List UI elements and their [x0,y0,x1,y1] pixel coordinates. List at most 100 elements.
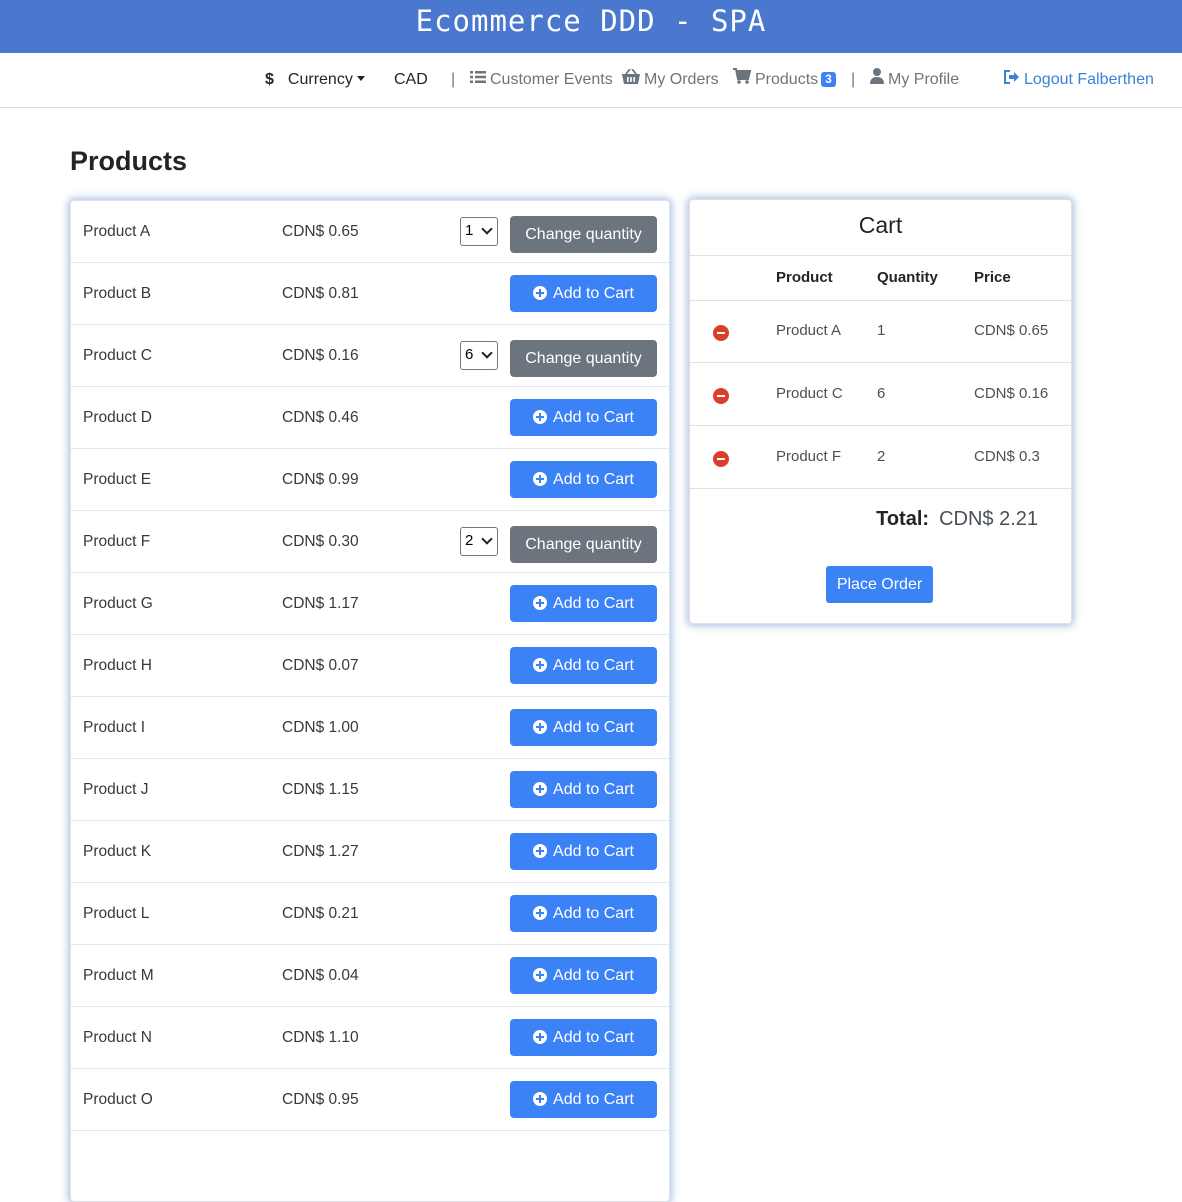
product-price: CDN$ 0.81 [282,285,359,302]
app-title: Ecommerce DDD - SPA [415,4,767,38]
add-to-cart-label: Add to Cart [553,1029,634,1046]
add-to-cart-button[interactable]: Add to Cart [510,957,657,994]
nav-logout[interactable]: Logout Falberthen [1004,53,1154,107]
change-quantity-button[interactable]: Change quantity [510,526,657,563]
nav-products[interactable]: Products 3 [733,53,836,107]
add-to-cart-button[interactable]: Add to Cart [510,709,657,746]
remove-item-icon[interactable] [713,451,729,467]
product-price: CDN$ 0.95 [282,1091,359,1108]
place-order-button[interactable]: Place Order [826,566,933,603]
cart-panel: Cart Product Quantity Price Product A 1 CD… [689,199,1072,624]
product-list: Product A CDN$ 0.65 1 Change quantity Produc… [70,200,670,1202]
product-name: Product D [83,409,152,426]
plus-circle-icon [533,967,548,982]
add-to-cart-button[interactable]: Add to Cart [510,399,657,436]
product-row: Product H CDN$ 0.07 Add to Cart [71,635,669,697]
product-price: CDN$ 1.27 [282,843,359,860]
list-icon [470,53,486,107]
page-title: Products [70,146,188,176]
plus-circle-icon [533,595,548,610]
cart-header-product: Product [776,269,833,286]
change-quantity-button[interactable]: Change quantity [510,340,657,377]
cart-item-product: Product A [776,322,842,339]
add-to-cart-button[interactable]: Add to Cart [510,833,657,870]
product-name: Product A [83,223,151,240]
plus-circle-icon [533,657,548,672]
sign-out-icon [1004,53,1020,107]
quantity-select[interactable]: 1 [460,217,498,246]
add-to-cart-label: Add to Cart [553,781,634,798]
add-to-cart-label: Add to Cart [553,967,634,984]
product-row: Product G CDN$ 1.17 Add to Cart [71,573,669,635]
product-name: Product B [83,285,152,302]
product-price: CDN$ 1.15 [282,781,359,798]
add-to-cart-button[interactable]: Add to Cart [510,585,657,622]
add-to-cart-button[interactable]: Add to Cart [510,771,657,808]
add-to-cart-label: Add to Cart [553,409,634,426]
product-row: Product C CDN$ 0.16 6 Change quantity [71,325,669,387]
product-price: CDN$ 1.00 [282,719,359,736]
product-price: CDN$ 0.99 [282,471,359,488]
cart-item-product: Product F [776,448,842,465]
product-row: Product O CDN$ 0.95 Add to Cart [71,1069,669,1131]
chevron-down-icon [481,533,493,545]
remove-item-icon[interactable] [713,325,729,341]
add-to-cart-label: Add to Cart [553,595,634,612]
add-to-cart-label: Add to Cart [553,1091,634,1108]
basket-icon [622,53,640,107]
my-orders-label: My Orders [644,71,719,89]
plus-circle-icon [533,781,548,796]
add-to-cart-button[interactable]: Add to Cart [510,1081,657,1118]
cart-header-quantity: Quantity [877,269,938,286]
product-row: Product L CDN$ 0.21 Add to Cart [71,883,669,945]
product-row: Product J CDN$ 1.15 Add to Cart [71,759,669,821]
nav-separator: | [451,71,456,88]
product-name: Product G [83,595,153,612]
my-profile-label: My Profile [888,71,960,89]
cart-item-price: CDN$ 0.3 [974,448,1040,465]
remove-item-icon[interactable] [713,388,729,404]
quantity-value: 6 [465,346,474,363]
product-row: Product K CDN$ 1.27 Add to Cart [71,821,669,883]
product-name: Product I [83,719,146,736]
add-to-cart-button[interactable]: Add to Cart [510,895,657,932]
product-price: CDN$ 0.30 [282,533,359,550]
currency-dropdown[interactable]: $ Currency [265,53,365,107]
cart-row: Product A 1 CDN$ 0.65 [690,300,1071,363]
product-name: Product N [83,1029,152,1046]
quantity-select[interactable]: 6 [460,341,498,370]
customer-events-label: Customer Events [490,71,613,89]
product-row: Product N CDN$ 1.10 Add to Cart [71,1007,669,1069]
cart-row: Product C 6 CDN$ 0.16 [690,363,1071,426]
add-to-cart-button[interactable]: Add to Cart [510,1019,657,1056]
plus-circle-icon [533,471,548,486]
add-to-cart-button[interactable]: Add to Cart [510,275,657,312]
product-row: Product D CDN$ 0.46 Add to Cart [71,387,669,449]
top-navbar: $ Currency CAD | Customer Events My Order… [0,53,1182,108]
cart-title: Cart [690,200,1071,256]
cart-table-header: Product Quantity Price [690,255,1071,301]
user-icon [870,53,884,107]
plus-circle-icon [533,719,548,734]
change-quantity-button[interactable]: Change quantity [510,216,657,253]
product-name: Product J [83,781,149,798]
product-name: Product H [83,657,152,674]
cart-item-quantity: 6 [877,385,886,402]
nav-my-orders[interactable]: My Orders [622,53,719,107]
cart-item-price: CDN$ 0.16 [974,385,1049,402]
nav-customer-events[interactable]: Customer Events [470,53,613,107]
dollar-icon: $ [265,71,274,88]
plus-circle-icon [533,285,548,300]
quantity-select[interactable]: 2 [460,527,498,556]
product-row: Product B CDN$ 0.81 Add to Cart [71,263,669,325]
add-to-cart-label: Add to Cart [553,285,634,302]
product-price: CDN$ 0.04 [282,967,359,984]
nav-my-profile[interactable]: My Profile [870,53,959,107]
add-to-cart-button[interactable]: Add to Cart [510,461,657,498]
product-name: Product E [83,471,152,488]
add-to-cart-button[interactable]: Add to Cart [510,647,657,684]
cart-total: Total: CDN$ 2.21 [690,508,1038,531]
cart-row: Product F 2 CDN$ 0.3 [690,426,1071,489]
chevron-down-icon [481,347,493,359]
plus-circle-icon [533,409,548,424]
